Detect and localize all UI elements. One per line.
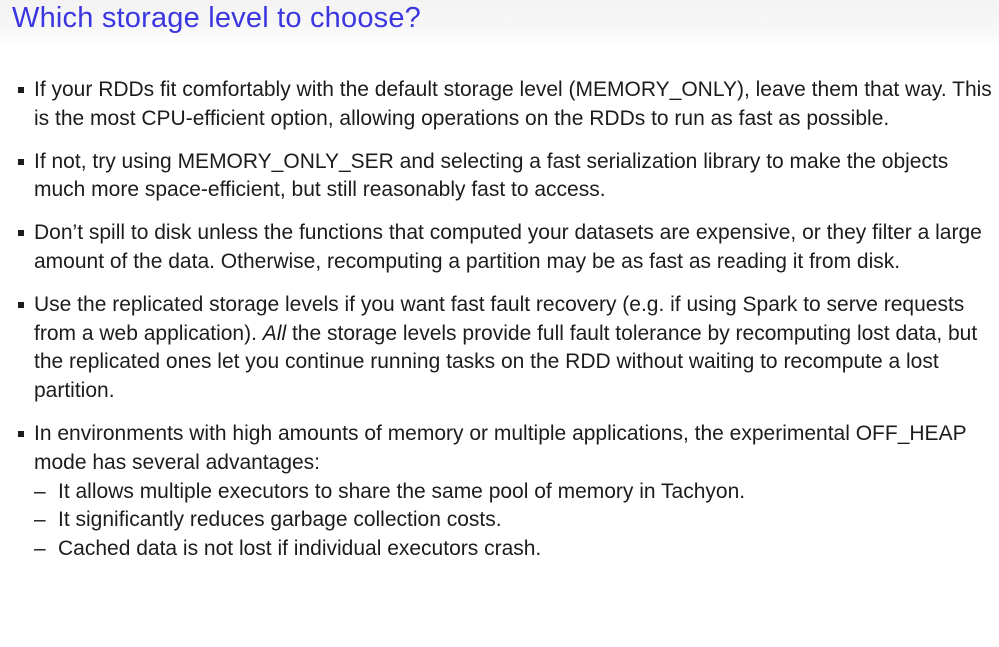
title-bar: Which storage level to choose? xyxy=(0,0,999,46)
square-bullet-icon xyxy=(18,301,24,308)
dash-bullet-icon: – xyxy=(34,537,46,561)
bullet-item-5: In environments with high amounts of mem… xyxy=(18,420,993,564)
bullet-item-4: Use the replicated storage levels if you… xyxy=(18,291,993,406)
sub-bullet-item-1: – It allows multiple executors to share … xyxy=(34,478,993,507)
square-bullet-icon xyxy=(18,158,24,165)
square-bullet-icon xyxy=(18,430,24,437)
sub-bullet-text: It allows multiple executors to share th… xyxy=(58,479,746,503)
slide-content: If your RDDs fit comfortably with the de… xyxy=(18,76,993,578)
sub-bullet-item-3: – Cached data is not lost if individual … xyxy=(34,535,993,564)
square-bullet-icon xyxy=(18,230,24,237)
bullet-item-1: If your RDDs fit comfortably with the de… xyxy=(18,76,993,134)
bullet-text: If your RDDs fit comfortably with the de… xyxy=(34,78,992,130)
square-bullet-icon xyxy=(18,87,24,93)
bullet-item-3: Don’t spill to disk unless the functions… xyxy=(18,219,993,277)
bullet-text-emphasis: All xyxy=(262,321,287,345)
bullet-text: Don’t spill to disk unless the functions… xyxy=(34,221,982,273)
bullet-text: If not, try using MEMORY_ONLY_SER and se… xyxy=(34,149,949,202)
bullet-text: In environments with high amounts of mem… xyxy=(34,421,967,474)
bullet-item-2: If not, try using MEMORY_ONLY_SER and se… xyxy=(18,148,993,206)
sub-bullet-text: It significantly reduces garbage collect… xyxy=(58,508,502,532)
dash-bullet-icon: – xyxy=(34,508,46,532)
bullet-text-group: Use the replicated storage levels if you… xyxy=(34,291,993,406)
dash-bullet-icon: – xyxy=(34,479,46,503)
sub-bullet-item-2: – It significantly reduces garbage colle… xyxy=(34,506,993,535)
sub-bullet-text: Cached data is not lost if individual ex… xyxy=(58,537,542,561)
slide-title: Which storage level to choose? xyxy=(12,2,421,34)
